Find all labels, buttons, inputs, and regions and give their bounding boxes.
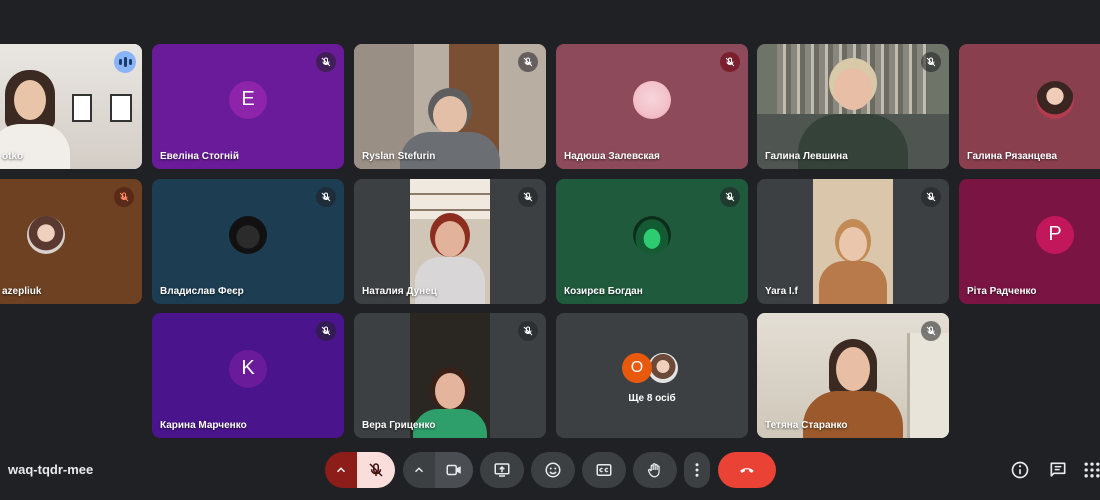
mic-control-group: [325, 452, 395, 488]
emoji-icon: [545, 462, 561, 478]
present-screen-icon: [494, 463, 510, 477]
participant-tile[interactable]: Надюша Залевская: [556, 44, 748, 169]
reactions-button[interactable]: [531, 452, 575, 488]
captions-icon: [596, 464, 612, 476]
participant-avatar: K: [229, 349, 267, 388]
participant-avatar: [633, 215, 671, 254]
end-call-icon: [740, 468, 754, 473]
more-vert-icon: [695, 463, 699, 477]
raise-hand-button[interactable]: [633, 452, 677, 488]
participant-name: Евеліна Стогній: [160, 151, 239, 162]
activities-button[interactable]: [1080, 458, 1100, 482]
video-options-button[interactable]: [403, 452, 435, 488]
participant-tile[interactable]: Тетяна Старанко: [757, 313, 949, 438]
participant-name: Yara I.f: [765, 286, 798, 297]
camera-control-group: [403, 452, 473, 488]
mic-off-icon: [518, 321, 538, 341]
participant-name: Вера Гриценко: [362, 420, 436, 431]
participant-tile[interactable]: Ryslan Stefurin: [354, 44, 546, 169]
present-screen-button[interactable]: [480, 452, 524, 488]
mic-off-icon: [316, 187, 336, 207]
mic-off-icon: [114, 187, 134, 207]
camera-toggle-button[interactable]: [435, 452, 473, 488]
speaking-indicator-icon: [114, 51, 136, 73]
participant-tile[interactable]: Владислав Феєр: [152, 179, 344, 304]
participant-tile[interactable]: Вера Гриценко: [354, 313, 546, 438]
raise-hand-icon: [647, 463, 660, 478]
participant-tile[interactable]: Галина Левшина: [757, 44, 949, 169]
mic-off-icon: [921, 321, 941, 341]
camera-icon: [446, 464, 461, 476]
more-participants-label: Ще 8 осіб: [628, 393, 676, 404]
participant-name: Ріта Радченко: [967, 286, 1037, 297]
participant-name: Наталия Дунец: [362, 286, 437, 297]
audio-options-button[interactable]: [325, 452, 357, 488]
participant-name: azepliuk: [2, 286, 42, 297]
apps-grid-icon: [1084, 462, 1100, 478]
chevron-up-icon: [414, 467, 424, 473]
mic-off-icon: [518, 52, 538, 72]
participant-tile[interactable]: P Ріта Радченко: [959, 179, 1100, 304]
chat-button[interactable]: [1046, 458, 1070, 482]
captions-button[interactable]: [582, 452, 626, 488]
participant-tile[interactable]: otko: [0, 44, 142, 169]
participant-tile[interactable]: Галина Рязанцева: [959, 44, 1100, 169]
leave-call-button[interactable]: [718, 452, 776, 488]
mic-off-icon: [316, 321, 336, 341]
meeting-toolbar: waq-tqdr-mee: [0, 445, 1100, 500]
participant-avatar: [633, 80, 671, 119]
more-options-button[interactable]: [684, 452, 710, 488]
participant-avatar: О: [622, 353, 652, 383]
mic-off-icon: [921, 52, 941, 72]
participant-tile[interactable]: K Карина Марченко: [152, 313, 344, 438]
participant-name: Карина Марченко: [160, 420, 247, 431]
meeting-details-button[interactable]: [1008, 458, 1032, 482]
more-participants-tile[interactable]: О Ще 8 осіб: [556, 313, 748, 438]
participant-name: Надюша Залевская: [564, 151, 660, 162]
participant-avatar: [648, 353, 678, 383]
participant-avatar: [27, 215, 65, 254]
more-participants-avatars: О: [622, 353, 682, 383]
participant-avatar: [229, 215, 267, 254]
mic-off-icon: [921, 187, 941, 207]
participant-name: Галина Левшина: [765, 151, 848, 162]
participant-tile[interactable]: Наталия Дунец: [354, 179, 546, 304]
mic-off-icon: [720, 52, 740, 72]
participants-grid: otko E Евеліна Стогній Ryslan Stefurin Н…: [0, 0, 1100, 445]
participant-tile[interactable]: Козирєв Богдан: [556, 179, 748, 304]
meeting-code: waq-tqdr-mee: [8, 462, 94, 477]
participant-avatar: E: [229, 80, 267, 119]
participant-tile[interactable]: Yara I.f: [757, 179, 949, 304]
info-icon: [1011, 461, 1029, 479]
mic-off-icon: [316, 52, 336, 72]
participant-avatar: [1036, 80, 1074, 119]
participant-tile[interactable]: E Евеліна Стогній: [152, 44, 344, 169]
chevron-up-icon: [336, 467, 346, 473]
participant-name: Галина Рязанцева: [967, 151, 1058, 162]
mic-off-icon: [369, 463, 383, 477]
participant-name: otko: [2, 151, 24, 162]
participant-tile[interactable]: azepliuk: [0, 179, 142, 304]
participant-name: Ryslan Stefurin: [362, 151, 436, 162]
participant-name: Козирєв Богдан: [564, 286, 643, 297]
participant-avatar: P: [1036, 215, 1074, 254]
participant-name: Владислав Феєр: [160, 286, 244, 297]
chat-icon: [1050, 462, 1066, 477]
participant-name: Тетяна Старанко: [765, 420, 848, 431]
mic-off-icon: [720, 187, 740, 207]
mic-off-icon: [518, 187, 538, 207]
mic-toggle-button[interactable]: [357, 452, 395, 488]
